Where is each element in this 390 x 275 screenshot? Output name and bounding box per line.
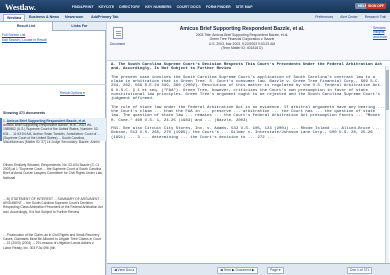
nav-court-docs[interactable]: COURT DOCS xyxy=(177,5,201,9)
preferences-link[interactable]: Preferences xyxy=(315,15,333,19)
nav-form-finder[interactable]: FORM FINDER xyxy=(206,5,231,9)
list-item: Others Similarly Situated, Respondents, … xyxy=(3,163,103,180)
edit-search-link[interactable]: Edit Search | Locate in Result xyxy=(2,38,47,43)
more-link[interactable]: and more xyxy=(373,35,387,39)
list-item: ... Prosecution of the Claim, as in Civi… xyxy=(3,233,103,250)
document-header: Document Amicus Brief Supporting Respond… xyxy=(107,22,390,61)
body-paragraph: A. The South Carolina Supreme Court's De… xyxy=(111,63,383,72)
top-nav: FIND&PRINT KEYCITE DIRECTORY KEY NUMBERS… xyxy=(72,5,253,9)
list-item: ... B) STATEMENT OF INTEREST ... SUMMARY… xyxy=(3,197,103,214)
nav-site-map[interactable]: SITE MAP xyxy=(236,5,253,9)
left-panel-tabs: Result List Links For xyxy=(0,22,106,31)
body-paragraph: The rule of state law under the Federal … xyxy=(111,105,385,123)
page-dropdown[interactable]: Page ▾ xyxy=(267,266,284,274)
tab-links-for[interactable]: Links For xyxy=(53,22,106,31)
nav-find-print[interactable]: FIND&PRINT xyxy=(72,5,94,9)
document-title: Amicus Brief Supporting Respondent Bazzl… xyxy=(179,26,305,32)
top-bar: Westlaw. FIND&PRINT KEYCITE DIRECTORY KE… xyxy=(0,0,390,13)
alert-center-link[interactable]: Alert Center xyxy=(340,15,358,19)
list-links: Full Screen List Edit Search | Locate in… xyxy=(2,33,47,42)
document-icon xyxy=(113,27,123,39)
document-citation: 2003 Title: Amicus Brief Supporting Resp… xyxy=(147,33,337,50)
document-scrollbar[interactable] xyxy=(385,66,389,275)
tab-result-list[interactable]: Result List xyxy=(0,22,53,31)
document-pane: Document Amicus Brief Supporting Respond… xyxy=(107,22,390,275)
divider xyxy=(0,84,106,85)
tab-bar: Westlaw Business & News Newsroom AddPrim… xyxy=(0,13,390,22)
result-snippet: ... B) STATEMENT OF INTEREST ... SUMMARY… xyxy=(3,197,103,214)
document-footer: ◀ View Doc ▸ ◀ Term ▶ Document ▶ Page ▾ … xyxy=(107,263,390,275)
westlaw-logo: Westlaw. xyxy=(5,1,36,12)
result-list: 1. Amicus Brief Supporting Respondent Ba… xyxy=(0,118,106,275)
user-links: Preferences Alert Center Research Trail xyxy=(315,15,386,19)
doc-position: Doc 1 of 371 xyxy=(347,266,373,274)
body-paragraph: FN1. See also Circuit City Stores, Inc. … xyxy=(111,127,380,140)
result-count: Showing 371 documents xyxy=(3,111,46,115)
tab-business-news[interactable]: Business & News xyxy=(26,14,62,21)
nav-keycite[interactable]: KEYCITE xyxy=(99,5,115,9)
tab-westlaw[interactable]: Westlaw xyxy=(3,14,26,21)
nav-key-numbers[interactable]: KEY NUMBERS xyxy=(145,5,172,9)
result-snippet: ... Prosecution of the Claim, as in Civi… xyxy=(3,233,102,250)
nav-directory[interactable]: DIRECTORY xyxy=(119,5,140,9)
header-links: Services Insights and more xyxy=(373,26,387,39)
scrollbar-thumb[interactable] xyxy=(386,70,389,110)
citation-line: (Term Matter ID: 401816 D) xyxy=(221,45,263,50)
research-trail-link[interactable]: Research Trail xyxy=(365,15,386,19)
body-paragraph: The present case involves the South Caro… xyxy=(111,75,383,102)
sign-off-button[interactable]: SIGN OFF xyxy=(365,3,386,9)
document-label: Document xyxy=(110,42,126,46)
result-options-link[interactable]: Result Options ▾ xyxy=(60,91,85,95)
view-doc-button[interactable]: ◀ View Doc ▸ xyxy=(111,266,138,274)
tab-newsroom[interactable]: Newsroom xyxy=(62,14,86,21)
tab-add-primary[interactable]: AddPrimary Tab xyxy=(88,14,122,21)
list-item[interactable]: 1. Amicus Brief Supporting Respondent Ba… xyxy=(3,119,103,144)
document-body: A. The South Carolina Supreme Court's De… xyxy=(111,63,385,144)
result-snippet: Others Similarly Situated, Respondents, … xyxy=(3,163,103,180)
result-snippet: Amicus Brief Supporting Respondent Bazzl… xyxy=(3,123,101,145)
term-doc-nav[interactable]: ◀ Term ▶ Document ▶ xyxy=(217,266,258,274)
result-list-panel: Result List Links For Full Screen List E… xyxy=(0,22,106,275)
